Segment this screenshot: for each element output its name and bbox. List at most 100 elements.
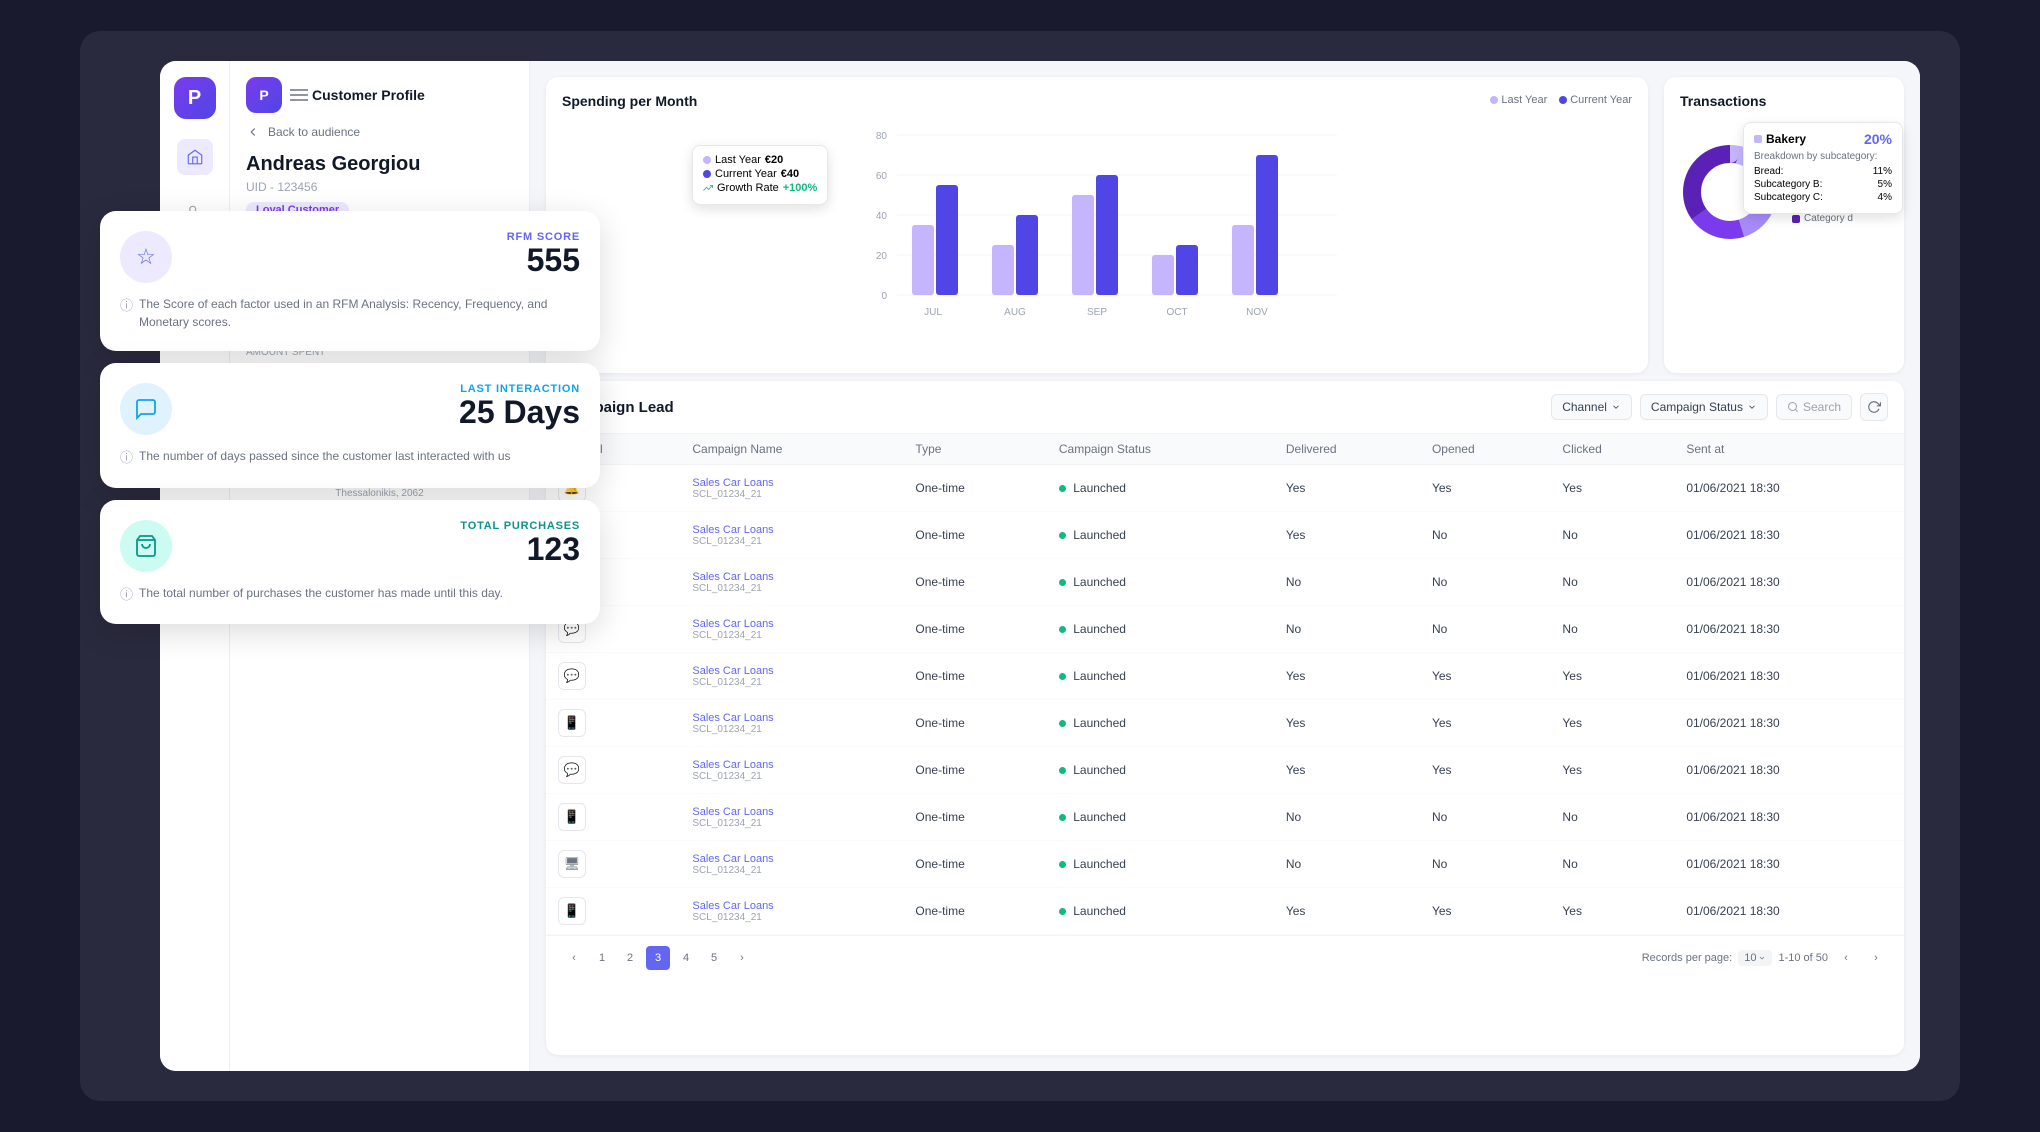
back-to-audience[interactable]: Back to audience [246, 125, 513, 139]
cell-channel-7: 📱 [546, 794, 680, 841]
li-description: ⓘ The number of days passed since the cu… [120, 447, 580, 468]
chart-tooltip: Last Year €20 Current Year €40 [692, 145, 828, 205]
page-prev-btn[interactable]: ‹ [562, 946, 586, 970]
app-logo[interactable]: P [174, 77, 216, 119]
cell-type-5: One-time [903, 700, 1046, 747]
sidebar-item-home[interactable] [177, 139, 213, 175]
cell-sent-at-6: 01/06/2021 18:30 [1674, 747, 1904, 794]
campaign-name-link-0[interactable]: Sales Car Loans [692, 477, 891, 489]
channel-icon-9: 📱 [558, 897, 586, 925]
cell-sent-at-5: 01/06/2021 18:30 [1674, 700, 1904, 747]
table-row: 📱 Sales Car Loans SCL_01234_21 One-time … [546, 888, 1904, 935]
col-delivered: Delivered [1274, 434, 1420, 465]
screen-wrapper: P [20, 21, 2020, 1111]
bakery-subtitle: Breakdown by subcategory: [1754, 151, 1892, 162]
rfm-icon: ☆ [120, 231, 172, 283]
status-dot-1 [1059, 532, 1066, 539]
right-panel: Spending per Month Last Year Current Yea… [530, 61, 1920, 1071]
status-dot-9 [1059, 908, 1066, 915]
svg-text:JUL: JUL [924, 307, 942, 318]
page-next-btn[interactable]: › [730, 946, 754, 970]
cell-status-5: Launched [1047, 700, 1274, 747]
cell-clicked-1: No [1550, 512, 1674, 559]
records-info: Records per page: 10 1-10 of 50 ‹ › [1642, 946, 1888, 970]
page-5-btn[interactable]: 5 [702, 946, 726, 970]
campaign-sub-9: SCL_01234_21 [692, 912, 891, 923]
campaign-name-link-8[interactable]: Sales Car Loans [692, 853, 891, 865]
cell-clicked-6: Yes [1550, 747, 1674, 794]
tooltip-dot-current [703, 170, 711, 178]
campaign-sub-0: SCL_01234_21 [692, 489, 891, 500]
cell-type-4: One-time [903, 653, 1046, 700]
legend-cat-d-icon [1792, 215, 1800, 223]
campaign-sub-6: SCL_01234_21 [692, 771, 891, 782]
cell-sent-at-4: 01/06/2021 18:30 [1674, 653, 1904, 700]
channel-filter-btn[interactable]: Channel [1551, 394, 1632, 420]
tooltip-last-year: Last Year €20 [703, 154, 817, 166]
cell-delivered-8: No [1274, 841, 1420, 888]
campaign-name-link-5[interactable]: Sales Car Loans [692, 712, 891, 724]
col-opened: Opened [1420, 434, 1550, 465]
page-4-btn[interactable]: 4 [674, 946, 698, 970]
cell-sent-at-8: 01/06/2021 18:30 [1674, 841, 1904, 888]
records-prev-btn[interactable]: ‹ [1834, 946, 1858, 970]
cell-delivered-0: Yes [1274, 465, 1420, 512]
campaign-name-link-2[interactable]: Sales Car Loans [692, 571, 891, 583]
tp-description: ⓘ The total number of purchases the cust… [120, 584, 580, 605]
svg-text:AUG: AUG [1004, 307, 1026, 318]
cell-clicked-5: Yes [1550, 700, 1674, 747]
cell-channel-5: 📱 [546, 700, 680, 747]
svg-text:40: 40 [876, 211, 888, 222]
cell-channel-4: 💬 [546, 653, 680, 700]
campaign-sub-2: SCL_01234_21 [692, 583, 891, 594]
cell-clicked-0: Yes [1550, 465, 1674, 512]
campaign-sub-5: SCL_01234_21 [692, 724, 891, 735]
cell-name-3: Sales Car Loans SCL_01234_21 [680, 606, 903, 653]
cell-type-0: One-time [903, 465, 1046, 512]
bakery-sub-b: Subcategory B: 5% [1754, 179, 1892, 190]
page-2-btn[interactable]: 2 [618, 946, 642, 970]
cell-opened-6: Yes [1420, 747, 1550, 794]
status-filter-btn[interactable]: Campaign Status [1640, 394, 1768, 420]
status-dot-7 [1059, 814, 1066, 821]
campaign-name-link-7[interactable]: Sales Car Loans [692, 806, 891, 818]
page-1-btn[interactable]: 1 [590, 946, 614, 970]
rfm-card: ☆ RFM SCORE 555 ⓘ The Score of each fact… [100, 211, 600, 351]
spending-chart-legend: Last Year Current Year [1490, 94, 1632, 106]
records-per-page[interactable]: 10 [1738, 950, 1772, 966]
cell-delivered-9: Yes [1274, 888, 1420, 935]
table-row: 🖥 Sales Car Loans SCL_01234_21 One-time … [546, 559, 1904, 606]
channel-icon-8: 🖥 [558, 850, 586, 878]
channel-icon-7: 📱 [558, 803, 586, 831]
campaign-name-link-4[interactable]: Sales Car Loans [692, 665, 891, 677]
floating-cards: ☆ RFM SCORE 555 ⓘ The Score of each fact… [100, 211, 600, 624]
pagination: ‹ 1 2 3 4 5 › Records per page: 10 [546, 935, 1904, 980]
campaign-name-link-9[interactable]: Sales Car Loans [692, 900, 891, 912]
status-dot-4 [1059, 673, 1066, 680]
campaign-search-box[interactable]: Search [1776, 394, 1852, 420]
cell-delivered-5: Yes [1274, 700, 1420, 747]
spending-chart-title: Spending per Month [562, 93, 697, 109]
campaign-name-link-3[interactable]: Sales Car Loans [692, 618, 891, 630]
cell-name-8: Sales Car Loans SCL_01234_21 [680, 841, 903, 888]
cell-sent-at-3: 01/06/2021 18:30 [1674, 606, 1904, 653]
page-3-btn[interactable]: 3 [646, 946, 670, 970]
bakery-tooltip-header: Bakery 20% [1754, 131, 1892, 147]
search-placeholder: Search [1803, 400, 1841, 414]
campaign-name-link-1[interactable]: Sales Car Loans [692, 524, 891, 536]
cell-status-9: Launched [1047, 888, 1274, 935]
cell-status-7: Launched [1047, 794, 1274, 841]
burger-menu[interactable]: Customer Profile [290, 87, 425, 103]
campaign-name-link-6[interactable]: Sales Car Loans [692, 759, 891, 771]
rfm-description: ⓘ The Score of each factor used in an RF… [120, 295, 580, 331]
monitor-frame: P [80, 31, 1960, 1101]
cell-opened-7: No [1420, 794, 1550, 841]
cell-type-8: One-time [903, 841, 1046, 888]
refresh-btn[interactable] [1860, 393, 1888, 421]
cell-name-7: Sales Car Loans SCL_01234_21 [680, 794, 903, 841]
svg-text:80: 80 [876, 131, 888, 142]
cell-status-2: Launched [1047, 559, 1274, 606]
records-next-btn[interactable]: › [1864, 946, 1888, 970]
status-dot-5 [1059, 720, 1066, 727]
svg-text:SEP: SEP [1087, 307, 1107, 318]
